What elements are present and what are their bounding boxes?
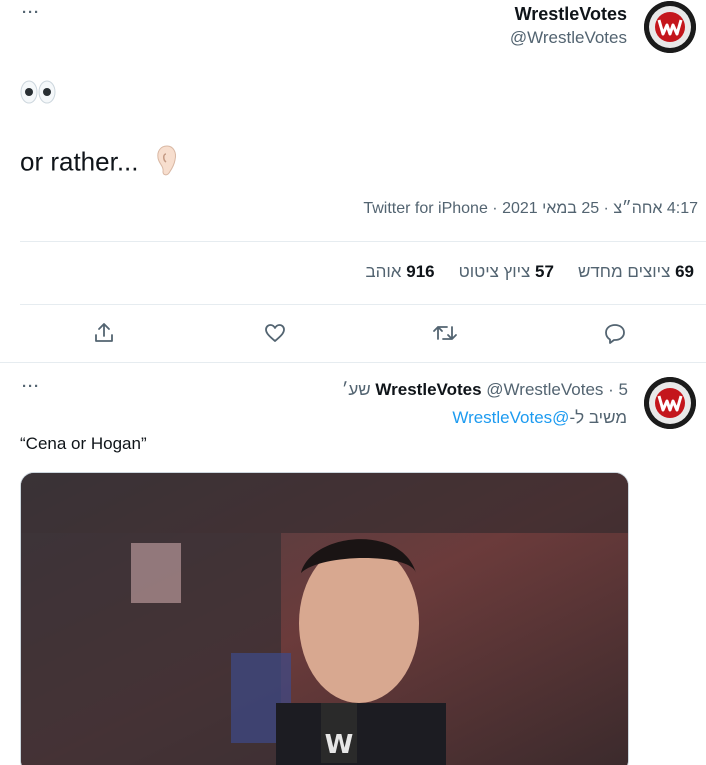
- divider: [20, 241, 706, 242]
- like-button[interactable]: [258, 316, 292, 350]
- share-button[interactable]: [87, 316, 121, 350]
- replying-to-handle[interactable]: @WrestleVotes: [452, 408, 569, 427]
- wrestlevotes-logo-icon: [644, 377, 696, 429]
- more-options-icon[interactable]: ···: [22, 378, 40, 395]
- tweet-detail: ··· WrestleVotes @WrestleVotes or rather…: [0, 0, 706, 363]
- eyes-emoji: [20, 78, 56, 111]
- engagement-stats: 69 ציוצים מחדש 57 ציוץ ציטוט 916 אוהב: [365, 262, 694, 282]
- author-handle[interactable]: @WrestleVotes: [486, 380, 603, 399]
- tweet-text: “Cena or Hogan”: [20, 434, 147, 453]
- likes-stat[interactable]: 916 אוהב: [365, 262, 434, 282]
- wrestlevotes-logo-icon: [644, 1, 696, 53]
- reply-button[interactable]: [598, 316, 632, 350]
- media-gif[interactable]: W: [20, 472, 629, 765]
- tweet-body: or rather...: [20, 146, 139, 177]
- tweet-text: or rather...: [20, 144, 178, 183]
- quotes-stat[interactable]: 57 ציוץ ציטוט: [459, 262, 554, 282]
- author-handle[interactable]: @WrestleVotes: [510, 28, 627, 48]
- divider: [20, 304, 706, 305]
- replying-to-label: משיב ל-: [569, 408, 627, 427]
- like-icon: [265, 324, 285, 342]
- retweet-button[interactable]: [428, 316, 462, 350]
- share-icon: [95, 323, 113, 342]
- tweet-reply[interactable]: ··· WrestleVotes @WrestleVotes · 5 שע׳ מ…: [0, 362, 706, 765]
- retweet-icon: [433, 326, 457, 340]
- more-options-icon[interactable]: ···: [22, 4, 40, 21]
- retweets-stat[interactable]: 69 ציוצים מחדש: [578, 262, 694, 282]
- tweet-header: WrestleVotes @WrestleVotes · 5 שע׳: [341, 380, 628, 399]
- reply-icon: [605, 324, 625, 344]
- video-frame-image: W: [21, 473, 628, 765]
- author-display-name[interactable]: WrestleVotes: [515, 4, 627, 25]
- eyes-icon: [20, 80, 56, 104]
- tweet-timestamp[interactable]: 4:17 אחה״צ · 25 במאי 2021 · Twitter for …: [363, 200, 698, 218]
- replying-to: משיב ל-@WrestleVotes: [452, 408, 627, 428]
- tweet-actions: [0, 316, 706, 350]
- svg-text:W: W: [325, 730, 354, 760]
- avatar[interactable]: [644, 1, 696, 53]
- ear-icon: [156, 144, 178, 183]
- author-display-name[interactable]: WrestleVotes: [375, 380, 481, 399]
- avatar[interactable]: [644, 377, 696, 429]
